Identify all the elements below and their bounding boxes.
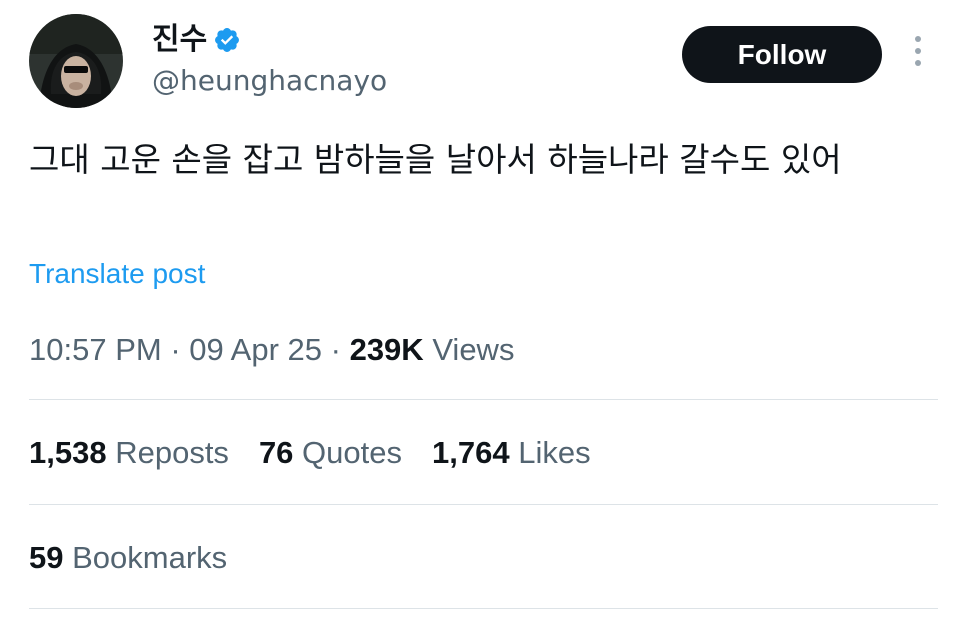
post-text: 그대 고운 손을 잡고 밤하늘을 날아서 하늘나라 갈수도 있어 xyxy=(29,140,842,179)
likes-stat[interactable]: 1,764 Likes xyxy=(432,433,591,473)
likes-label: Likes xyxy=(518,435,591,470)
reposts-count: 1,538 xyxy=(29,435,107,470)
meta-separator: · xyxy=(170,332,181,367)
verified-badge-icon[interactable] xyxy=(213,26,241,54)
more-options-icon[interactable] xyxy=(908,36,928,74)
bookmarks-count: 59 xyxy=(29,540,64,575)
author-handle[interactable]: @heunghacnayo xyxy=(152,61,387,101)
views-count: 239K xyxy=(349,332,424,367)
author-name-row: 진수 xyxy=(152,18,241,62)
avatar[interactable] xyxy=(29,14,123,108)
divider xyxy=(29,399,938,400)
post-meta: 10:57 PM · 09 Apr 25 · 239K Views xyxy=(29,330,514,370)
quotes-label: Quotes xyxy=(302,435,402,470)
views-label: Views xyxy=(432,332,515,367)
post-time[interactable]: 10:57 PM xyxy=(29,332,162,367)
likes-count: 1,764 xyxy=(432,435,510,470)
divider xyxy=(29,608,938,609)
bookmarks-stat[interactable]: 59 Bookmarks xyxy=(29,538,227,578)
reposts-stat[interactable]: 1,538 Reposts xyxy=(29,433,229,473)
translate-post-link[interactable]: Translate post xyxy=(29,256,205,292)
display-name[interactable]: 진수 xyxy=(152,18,207,62)
reposts-label: Reposts xyxy=(115,435,229,470)
post-date[interactable]: 09 Apr 25 xyxy=(189,332,322,367)
quotes-stat[interactable]: 76 Quotes xyxy=(259,433,402,473)
follow-button[interactable]: Follow xyxy=(682,26,882,83)
divider xyxy=(29,504,938,505)
meta-separator: · xyxy=(330,332,341,367)
bookmarks-label: Bookmarks xyxy=(72,540,228,575)
quotes-count: 76 xyxy=(258,435,294,470)
engagement-stats: 1,538 Reposts 76 Quotes 1,764 Likes xyxy=(29,433,621,473)
